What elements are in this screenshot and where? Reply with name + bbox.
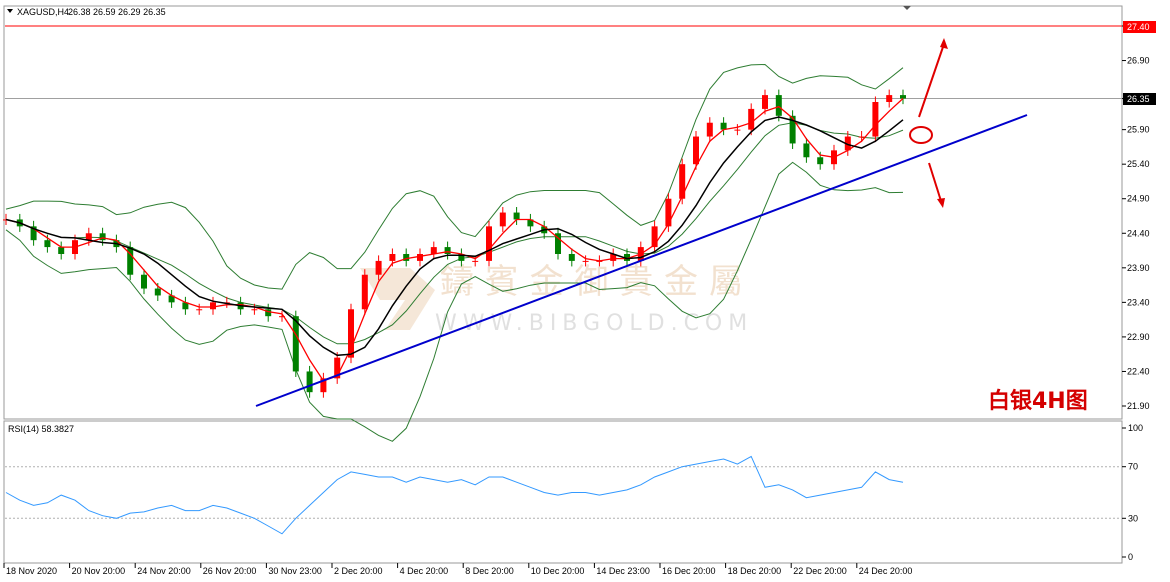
candle-body — [693, 136, 699, 165]
price-tick-label: 25.40 — [1127, 159, 1150, 169]
time-tick-label: 18 Dec 20:00 — [728, 566, 782, 576]
rsi-axis: 100 70 30 0 — [1122, 423, 1143, 562]
candle-body — [872, 102, 879, 137]
time-tick-label: 20 Nov 20:00 — [72, 566, 126, 576]
candle-body — [58, 247, 65, 254]
chart-canvas: XAGUSD,H4 26.38 26.59 26.29 26.35 RSI(14… — [3, 5, 1156, 576]
candle-body — [348, 309, 354, 358]
candle-body — [582, 260, 589, 262]
current-price-tag-label: 26.35 — [1127, 94, 1150, 104]
candle-body — [886, 95, 893, 102]
rsi-label: RSI(14) 58.3827 — [8, 424, 74, 434]
price-tick-label: 22.40 — [1127, 366, 1150, 376]
time-tick-label: 26 Nov 20:00 — [203, 566, 257, 576]
rsi-tick-label: 100 — [1128, 423, 1143, 433]
price-tick-label: 23.90 — [1127, 263, 1150, 273]
price-axis: 26.90 25.90 25.40 24.90 24.40 23.90 23.40 22.90… — [1122, 25, 1150, 411]
rsi-tick-label: 70 — [1128, 462, 1138, 472]
candle-body — [196, 309, 203, 311]
candle-body — [858, 136, 865, 138]
resistance-tag-label: 27.40 — [1127, 22, 1150, 32]
time-tick-label: 10 Dec 20:00 — [531, 566, 585, 576]
price-tick-label: 22.90 — [1127, 332, 1150, 342]
price-tick-label: 21.90 — [1127, 401, 1150, 411]
time-tick-label: 14 Dec 23:00 — [596, 566, 650, 576]
candle-body — [44, 240, 51, 248]
candle-body — [430, 247, 437, 254]
candle-body — [679, 164, 686, 199]
candle-body — [141, 274, 147, 289]
candle-body — [900, 95, 906, 99]
price-tick-label: 23.40 — [1127, 297, 1150, 307]
time-axis: 18 Nov 2020 20 Nov 20:00 24 Nov 20:00 26 No… — [3, 563, 913, 576]
rsi-tick-label: 0 — [1128, 552, 1133, 562]
candle-body — [734, 129, 741, 131]
candle-body — [817, 157, 824, 165]
price-tick-label: 24.90 — [1127, 194, 1150, 204]
candle-body — [775, 95, 782, 116]
resistance-tag: 27.40 — [1123, 21, 1156, 33]
candle-body — [375, 260, 382, 275]
time-tick-label: 30 Nov 23:00 — [268, 566, 322, 576]
candle-body — [706, 122, 713, 137]
candle-body — [417, 254, 423, 261]
price-tick-label: 24.40 — [1127, 228, 1150, 238]
candle-body — [499, 212, 506, 227]
candle-body — [306, 371, 313, 393]
time-tick-label: 8 Dec 20:00 — [465, 566, 514, 576]
candle-body — [444, 247, 451, 254]
candle-body — [361, 274, 368, 310]
symbol-label: XAGUSD,H4 — [17, 7, 69, 17]
time-tick-label: 4 Dec 20:00 — [400, 566, 449, 576]
candle-body — [568, 254, 575, 261]
candle-body — [513, 212, 520, 220]
price-tick-label: 26.90 — [1127, 56, 1150, 66]
candle-body — [210, 302, 216, 310]
price-tick-label: 25.90 — [1127, 125, 1150, 135]
time-tick-label: 16 Dec 20:00 — [662, 566, 716, 576]
ohlc-label: 26.38 26.59 26.29 26.35 — [68, 7, 166, 17]
candle-body — [389, 254, 396, 261]
time-tick-label: 2 Dec 20:00 — [334, 566, 383, 576]
candle-body — [154, 288, 161, 296]
time-tick-label: 24 Dec 20:00 — [859, 566, 913, 576]
candle-body — [486, 226, 492, 261]
time-tick-label: 18 Nov 2020 — [6, 566, 57, 576]
candle-body — [762, 95, 768, 109]
time-tick-label: 24 Nov 20:00 — [137, 566, 191, 576]
chart-note: 白银4H图 — [988, 388, 1088, 414]
price-panel-frame — [3, 5, 1123, 420]
candle-body — [665, 198, 672, 227]
candle-body — [292, 316, 299, 372]
rsi-tick-label: 30 — [1128, 513, 1138, 523]
rsi-panel-frame — [3, 420, 1123, 564]
candle-body — [803, 143, 810, 158]
candle-body — [472, 260, 479, 262]
time-tick-label: 22 Dec 20:00 — [793, 566, 847, 576]
candle-body — [748, 108, 755, 130]
current-price-tag: 26.35 — [1123, 93, 1156, 105]
candle-body — [251, 309, 258, 311]
